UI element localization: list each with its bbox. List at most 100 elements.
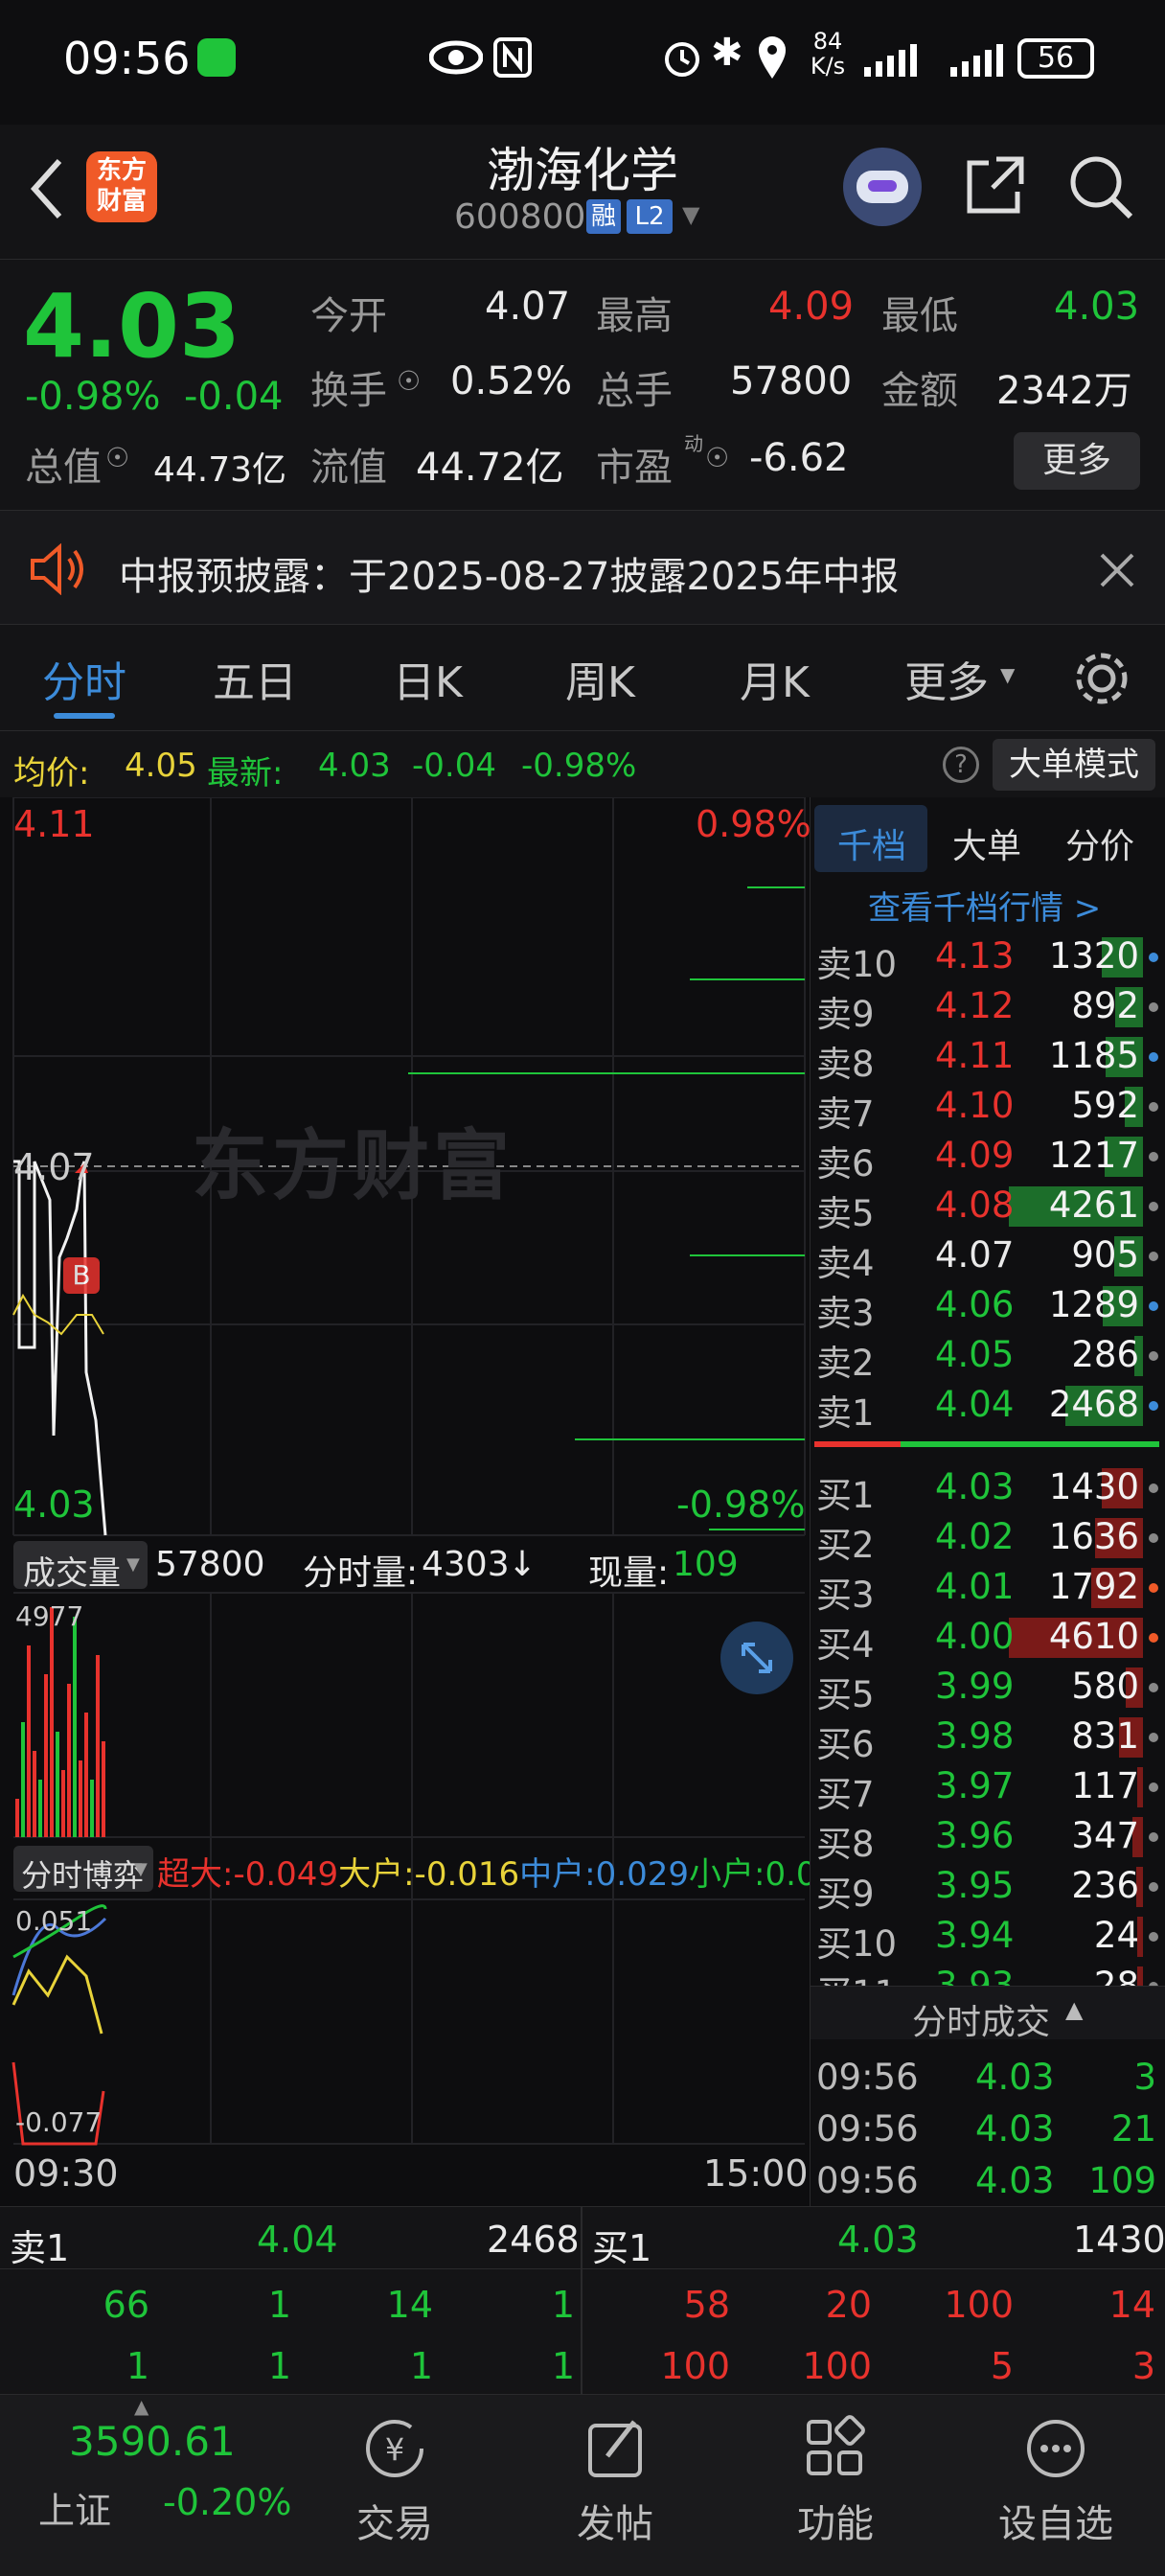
- settings-gear-icon[interactable]: [1073, 650, 1131, 707]
- index-name[interactable]: 上证: [38, 2481, 111, 2534]
- signal-icon-1: [864, 44, 917, 77]
- level-label: 买2: [816, 1525, 875, 1566]
- tab-big-order[interactable]: 大单: [952, 818, 1021, 868]
- queue-cell: 1: [551, 2345, 575, 2387]
- ask-row[interactable]: 卖5 4.08 4261: [811, 1181, 1165, 1234]
- divider-red: [814, 1441, 901, 1447]
- big-order-mode-button[interactable]: 大单模式: [993, 739, 1155, 791]
- game-indicator-select[interactable]: 分时博弈 ▼: [13, 1846, 153, 1894]
- bid-row[interactable]: 买9 3.95 236: [811, 1861, 1165, 1915]
- intraday-chart-area[interactable]: 东方财富 4.11 0.98% 4.07 4.03 -0.98% B 成交量 ▼…: [0, 797, 858, 2206]
- notice-text: 中报预披露：于2025-08-27披露2025年中报: [119, 555, 900, 599]
- pe-dynamic-label: 动: [684, 432, 703, 455]
- tab-thousand-level[interactable]: 千档: [814, 805, 927, 872]
- volume-bar: [15, 1799, 19, 1837]
- big-value: -0.016: [414, 1855, 520, 1894]
- bid-row[interactable]: 买5 3.99 580: [811, 1662, 1165, 1715]
- ask-row[interactable]: 卖9 4.12 892: [811, 981, 1165, 1035]
- net-speed-unit: K/s: [810, 53, 846, 80]
- index-percent[interactable]: -0.20%: [163, 2481, 291, 2523]
- chevron-down-icon[interactable]: ▼: [682, 201, 699, 228]
- indicator-dot: [1149, 1202, 1158, 1211]
- ask-row[interactable]: 卖8 4.11 1185: [811, 1031, 1165, 1085]
- bid-row[interactable]: 买10 3.94 24: [811, 1911, 1165, 1965]
- nav-functions[interactable]: 功能: [740, 2414, 931, 2548]
- help-icon[interactable]: ?: [943, 747, 979, 783]
- volume-bar: [50, 1607, 54, 1837]
- indicator-dot: [1149, 1052, 1158, 1062]
- volume-indicator-select[interactable]: 成交量 ▼: [13, 1541, 148, 1593]
- level-volume: 4261: [1048, 1184, 1139, 1226]
- level-price: 4.05: [935, 1334, 1015, 1375]
- indicator-dot: [1149, 1252, 1158, 1261]
- tab-intraday[interactable]: 分时: [42, 648, 126, 709]
- ask-row[interactable]: 卖7 4.10 592: [811, 1081, 1165, 1135]
- level-price: 4.01: [935, 1566, 1015, 1607]
- signal-icon-2: [950, 44, 1003, 77]
- avg-label: 均价:: [13, 754, 90, 793]
- bid-row[interactable]: 买4 4.00 4610: [811, 1612, 1165, 1666]
- indicator-dot: [1149, 1583, 1158, 1593]
- search-icon[interactable]: [1067, 153, 1134, 220]
- info-icon[interactable]: ☉: [705, 442, 729, 473]
- nav-post[interactable]: 发帖: [519, 2414, 711, 2548]
- mktcap-label: 总值: [25, 446, 102, 490]
- indicator-dot: [1149, 1102, 1158, 1112]
- latest-label: 最新:: [207, 754, 284, 793]
- speaker-icon: [31, 543, 83, 595]
- tab-daily-k[interactable]: 日K: [393, 648, 463, 709]
- info-icon[interactable]: ☉: [397, 365, 421, 397]
- info-icon[interactable]: ☉: [105, 442, 129, 473]
- trades-header[interactable]: 分时成交 ▲: [811, 1986, 1165, 2042]
- buy-marker[interactable]: B: [63, 1257, 100, 1294]
- chevron-down-icon[interactable]: ▼: [1000, 663, 1015, 686]
- nav-add-watchlist[interactable]: 设自选: [960, 2414, 1152, 2548]
- bid-row[interactable]: 买1 4.03 1430: [811, 1462, 1165, 1516]
- tab-price-split[interactable]: 分价: [1065, 818, 1134, 868]
- close-icon[interactable]: [1098, 551, 1136, 589]
- alarm-icon: [665, 42, 699, 77]
- time-axis-start: 09:30: [13, 2152, 119, 2195]
- bluetooth-icon: ✱: [711, 31, 743, 75]
- index-value[interactable]: 3590.61: [69, 2418, 236, 2465]
- view-depth-link[interactable]: 查看千档行情 >: [868, 882, 1101, 929]
- tab-five-day[interactable]: 五日: [213, 648, 297, 709]
- trade-row: 09:56 4.03 21: [816, 2108, 1156, 2150]
- status-time: 09:56: [63, 33, 191, 84]
- ask-row[interactable]: 卖3 4.06 1289: [811, 1280, 1165, 1334]
- more-button[interactable]: 更多: [1014, 432, 1140, 490]
- indicator-dot: [1149, 1832, 1158, 1842]
- bid-row[interactable]: 买6 3.98 831: [811, 1712, 1165, 1765]
- ask-row[interactable]: 卖6 4.09 1217: [811, 1131, 1165, 1184]
- ask-row[interactable]: 卖2 4.05 286: [811, 1330, 1165, 1384]
- notice-banner[interactable]: 中报预披露：于2025-08-27披露2025年中报: [0, 510, 1165, 625]
- mid-value: 0.029: [595, 1855, 689, 1894]
- bid-row[interactable]: 买2 4.02 1636: [811, 1512, 1165, 1566]
- chevron-up-icon[interactable]: ▲: [134, 2395, 148, 2418]
- nav-trade-label: 交易: [356, 2502, 433, 2546]
- bid-row[interactable]: 买3 4.01 1792: [811, 1562, 1165, 1616]
- volume-bar: [84, 1713, 88, 1837]
- ask-row[interactable]: 卖1 4.04 2468: [811, 1380, 1165, 1434]
- queue-cell: 1: [409, 2345, 433, 2387]
- ask-row[interactable]: 卖4 4.07 905: [811, 1230, 1165, 1284]
- bid-row[interactable]: 买7 3.97 117: [811, 1761, 1165, 1815]
- level-volume: 1217: [1048, 1135, 1139, 1176]
- l2-badge: L2: [627, 199, 673, 234]
- amount-value: 2342万: [996, 369, 1132, 413]
- expand-icon[interactable]: [720, 1622, 793, 1694]
- nav-trade[interactable]: ¥ 交易: [299, 2414, 491, 2548]
- tab-weekly-k[interactable]: 周K: [565, 648, 635, 709]
- tab-monthly-k[interactable]: 月K: [740, 648, 810, 709]
- ask-row[interactable]: 卖10 4.13 1320: [811, 932, 1165, 985]
- robot-assistant-icon[interactable]: [843, 148, 922, 226]
- tab-more[interactable]: 更多: [904, 648, 989, 709]
- level-label: 买4: [816, 1624, 875, 1666]
- queue-cell: 100: [660, 2345, 730, 2387]
- nav-functions-label: 功能: [797, 2502, 874, 2546]
- time-axis-end: 15:00: [703, 2152, 809, 2195]
- latest-percent: -0.98%: [521, 747, 637, 785]
- watermark: 东方财富: [192, 1121, 514, 1210]
- bid-row[interactable]: 买8 3.96 347: [811, 1811, 1165, 1865]
- share-icon[interactable]: [964, 153, 1027, 217]
